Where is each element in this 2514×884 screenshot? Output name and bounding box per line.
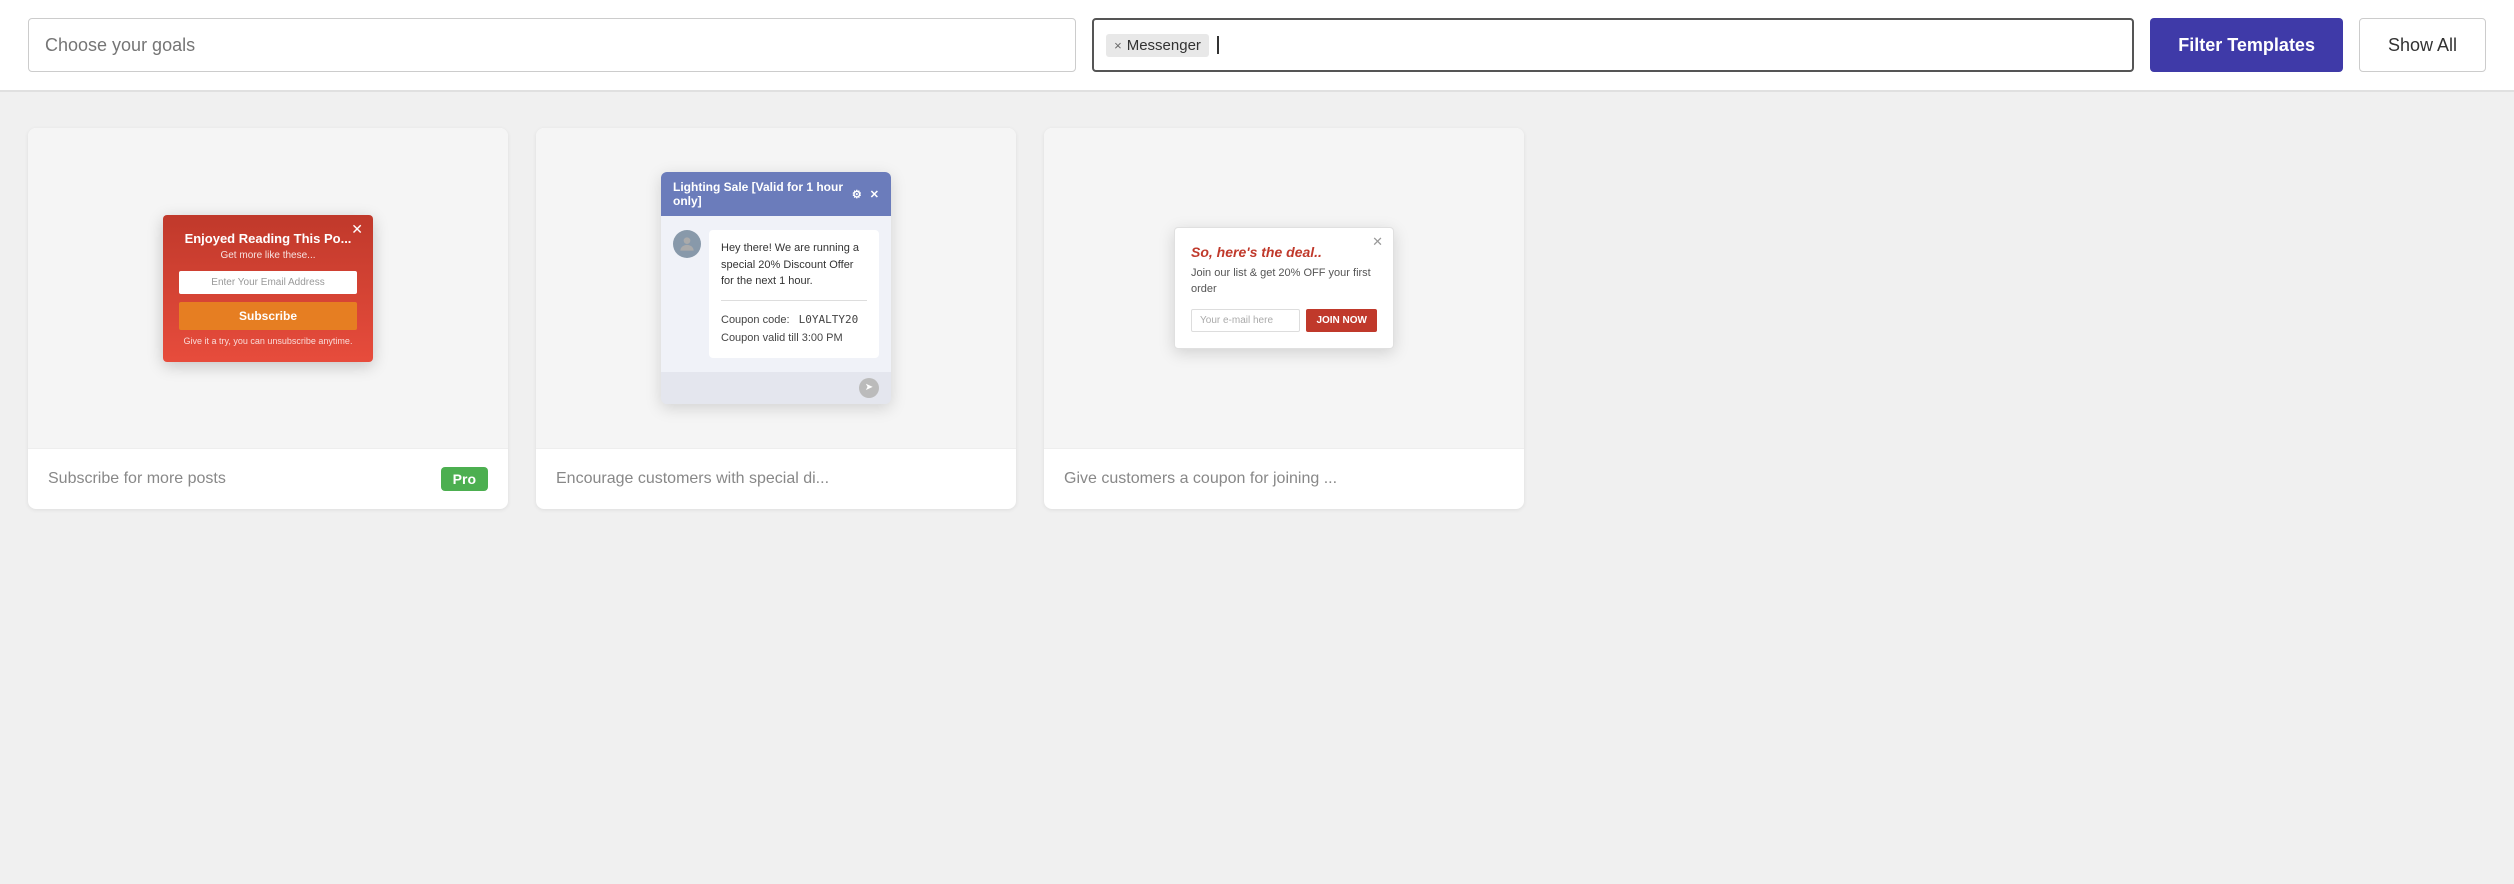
close-icon[interactable]: ✕ <box>870 188 879 201</box>
coupon-desc: Join our list & get 20% OFF your first o… <box>1191 266 1377 297</box>
card-2-footer: Encourage customers with special di... <box>536 448 1016 508</box>
tag-label: Messenger <box>1127 37 1201 54</box>
show-all-button[interactable]: Show All <box>2359 18 2486 72</box>
messenger-popup: Lighting Sale [Valid for 1 hour only] ⚙ … <box>661 172 891 404</box>
coupon-popup: ✕ So, here's the deal.. Join our list & … <box>1174 227 1394 349</box>
messenger-header: Lighting Sale [Valid for 1 hour only] ⚙ … <box>661 172 891 216</box>
cards-area: ✕ Enjoyed Reading This Po... Get more li… <box>0 92 2514 545</box>
messenger-body: Hey there! We are running a special 20% … <box>661 216 891 372</box>
card-3-preview: ✕ So, here's the deal.. Join our list & … <box>1044 128 1524 448</box>
send-icon[interactable]: ➤ <box>859 378 879 398</box>
popup-subtitle: Get more like these... <box>179 250 357 261</box>
coupon-valid-line: Coupon valid till 3:00 PM <box>721 329 867 348</box>
goals-input[interactable] <box>28 18 1076 72</box>
top-bar: × Messenger Filter Templates Show All <box>0 0 2514 91</box>
card-messenger: Lighting Sale [Valid for 1 hour only] ⚙ … <box>536 128 1016 509</box>
card-3-label: Give customers a coupon for joining ... <box>1064 470 1337 488</box>
messenger-message-text: Hey there! We are running a special 20% … <box>721 242 859 287</box>
popup-close-icon[interactable]: ✕ <box>351 221 363 238</box>
messenger-bubble: Hey there! We are running a special 20% … <box>709 230 879 358</box>
cursor <box>1217 36 1219 54</box>
coupon-input-row: Your e-mail here JOIN NOW <box>1191 309 1377 332</box>
pro-badge: Pro <box>441 467 488 491</box>
coupon-code-value: L0YALTY20 <box>799 313 859 326</box>
card-1-preview: ✕ Enjoyed Reading This Po... Get more li… <box>28 128 508 448</box>
popup-title: Enjoyed Reading This Po... <box>179 231 357 246</box>
subscribe-button[interactable]: Subscribe <box>179 302 357 330</box>
subscribe-popup: ✕ Enjoyed Reading This Po... Get more li… <box>163 215 373 362</box>
card-2-label: Encourage customers with special di... <box>556 470 829 488</box>
messenger-coupon: Coupon code: L0YALTY20 Coupon valid till… <box>721 300 867 348</box>
coupon-close-icon[interactable]: ✕ <box>1372 234 1383 250</box>
messenger-tag: × Messenger <box>1106 34 1209 57</box>
messenger-footer: ➤ <box>661 372 891 404</box>
card-1-label: Subscribe for more posts <box>48 470 226 488</box>
messenger-header-title: Lighting Sale [Valid for 1 hour only] <box>673 180 852 208</box>
avatar <box>673 230 701 258</box>
card-coupon: ✕ So, here's the deal.. Join our list & … <box>1044 128 1524 509</box>
card-2-preview: Lighting Sale [Valid for 1 hour only] ⚙ … <box>536 128 1016 448</box>
coupon-title: So, here's the deal.. <box>1191 244 1377 260</box>
coupon-code-line: Coupon code: L0YALTY20 <box>721 311 867 330</box>
tag-close-icon[interactable]: × <box>1114 39 1122 52</box>
popup-email-input[interactable]: Enter Your Email Address <box>179 271 357 294</box>
tag-input-wrapper[interactable]: × Messenger <box>1092 18 2134 72</box>
card-3-footer: Give customers a coupon for joining ... <box>1044 448 1524 508</box>
filter-templates-button[interactable]: Filter Templates <box>2150 18 2343 72</box>
gear-icon[interactable]: ⚙ <box>852 188 862 201</box>
messenger-header-icons: ⚙ ✕ <box>852 188 879 201</box>
card-1-footer: Subscribe for more posts Pro <box>28 448 508 509</box>
join-now-button[interactable]: JOIN NOW <box>1306 309 1377 332</box>
messenger-message: Hey there! We are running a special 20% … <box>673 230 879 358</box>
popup-disclaimer: Give it a try, you can unsubscribe anyti… <box>179 336 357 346</box>
coupon-email-field[interactable]: Your e-mail here <box>1191 309 1300 332</box>
card-subscribe: ✕ Enjoyed Reading This Po... Get more li… <box>28 128 508 509</box>
